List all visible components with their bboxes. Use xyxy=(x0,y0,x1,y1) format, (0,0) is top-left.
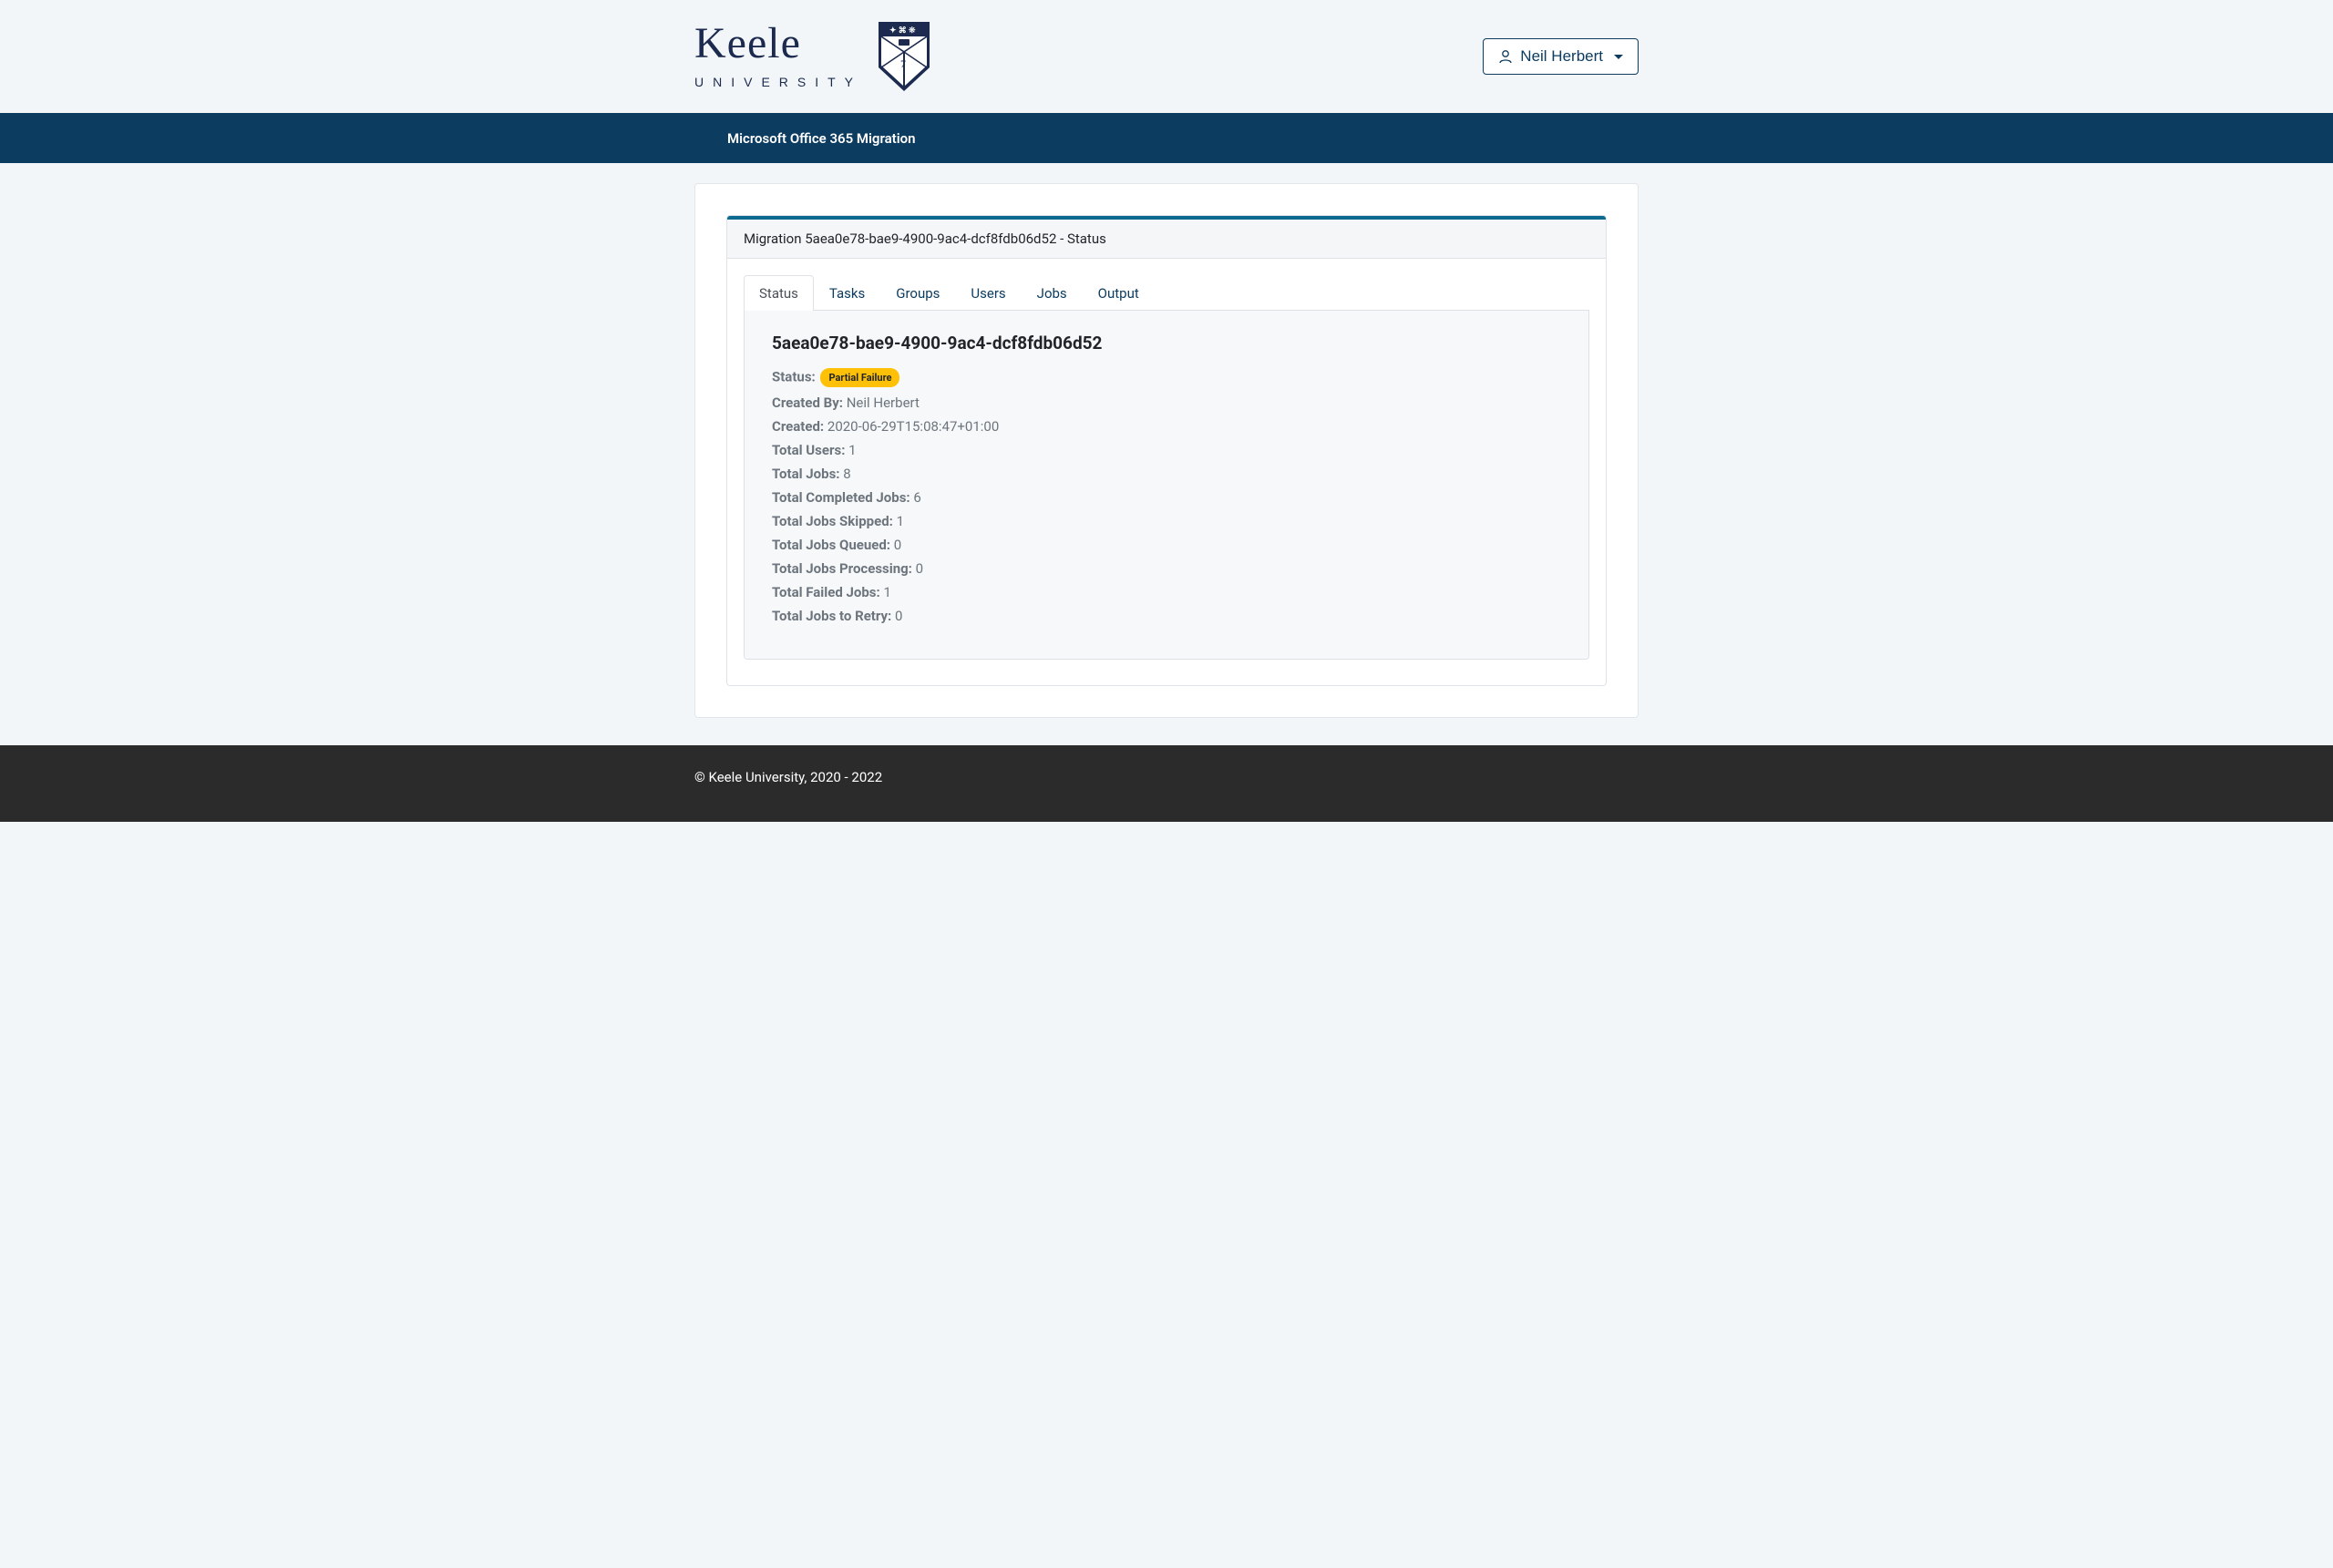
tab-output[interactable]: Output xyxy=(1083,275,1155,311)
label-total-completed: Total Completed Jobs: xyxy=(772,489,910,506)
tabs: Status Tasks Groups Users Jobs Output xyxy=(744,275,1589,311)
field-total-users: Total Users: 1 xyxy=(772,442,1561,458)
field-total-retry: Total Jobs to Retry: 0 xyxy=(772,608,1561,624)
status-badge: Partial Failure xyxy=(820,368,899,387)
value-created-by: Neil Herbert xyxy=(847,395,920,411)
tab-users[interactable]: Users xyxy=(955,275,1021,311)
main-content: Migration 5aea0e78-bae9-4900-9ac4-dcf8fd… xyxy=(0,163,2333,745)
svg-text:7: 7 xyxy=(900,57,906,70)
value-total-failed: 1 xyxy=(883,584,890,600)
chevron-down-icon xyxy=(1614,55,1623,59)
label-created: Created: xyxy=(772,418,824,435)
copyright-text: © Keele University, 2020 - 2022 xyxy=(694,769,882,785)
label-total-jobs: Total Jobs: xyxy=(772,466,840,482)
panel-header: Migration 5aea0e78-bae9-4900-9ac4-dcf8fd… xyxy=(727,220,1606,259)
user-icon xyxy=(1498,49,1513,64)
user-menu-button[interactable]: Neil Herbert xyxy=(1483,38,1639,75)
panel-body: Status Tasks Groups Users Jobs Output 5a… xyxy=(727,259,1606,685)
panel: Migration 5aea0e78-bae9-4900-9ac4-dcf8fd… xyxy=(726,215,1607,686)
label-total-processing: Total Jobs Processing: xyxy=(772,560,912,577)
user-name: Neil Herbert xyxy=(1520,47,1603,66)
value-total-skipped: 1 xyxy=(897,513,904,529)
tab-jobs[interactable]: Jobs xyxy=(1022,275,1083,311)
field-status: Status: Partial Failure xyxy=(772,368,1561,387)
label-total-failed: Total Failed Jobs: xyxy=(772,584,880,600)
label-created-by: Created By: xyxy=(772,395,843,411)
field-created-by: Created By: Neil Herbert xyxy=(772,395,1561,411)
field-total-queued: Total Jobs Queued: 0 xyxy=(772,537,1561,553)
value-total-completed: 6 xyxy=(913,489,920,506)
page-header: Keele UNIVERSITY ✦ ⌘ ❊ 7 xyxy=(0,0,2333,113)
navbar-title[interactable]: Microsoft Office 365 Migration xyxy=(727,130,915,147)
page-footer: © Keele University, 2020 - 2022 xyxy=(0,745,2333,822)
field-total-jobs: Total Jobs: 8 xyxy=(772,466,1561,482)
value-total-users: 1 xyxy=(848,442,856,458)
field-created: Created: 2020-06-29T15:08:47+01:00 xyxy=(772,418,1561,435)
field-total-skipped: Total Jobs Skipped: 1 xyxy=(772,513,1561,529)
shield-icon: ✦ ⌘ ❊ 7 xyxy=(879,22,930,91)
value-total-processing: 0 xyxy=(916,560,923,577)
label-total-skipped: Total Jobs Skipped: xyxy=(772,513,893,529)
brand-name: Keele xyxy=(694,22,862,66)
field-total-processing: Total Jobs Processing: 0 xyxy=(772,560,1561,577)
label-status: Status: xyxy=(772,368,816,384)
brand-logo[interactable]: Keele UNIVERSITY ✦ ⌘ ❊ 7 xyxy=(694,22,930,91)
tab-groups[interactable]: Groups xyxy=(880,275,955,311)
card: Migration 5aea0e78-bae9-4900-9ac4-dcf8fd… xyxy=(694,183,1639,718)
tab-tasks[interactable]: Tasks xyxy=(814,275,880,311)
value-created: 2020-06-29T15:08:47+01:00 xyxy=(827,418,999,435)
label-total-users: Total Users: xyxy=(772,442,845,458)
tab-pane-status: 5aea0e78-bae9-4900-9ac4-dcf8fdb06d52 Sta… xyxy=(744,311,1589,660)
label-total-retry: Total Jobs to Retry: xyxy=(772,608,891,624)
tab-status[interactable]: Status xyxy=(744,275,814,311)
value-total-queued: 0 xyxy=(894,537,901,553)
svg-text:✦ ⌘ ❊: ✦ ⌘ ❊ xyxy=(889,26,916,36)
value-total-retry: 0 xyxy=(895,608,902,624)
label-total-queued: Total Jobs Queued: xyxy=(772,537,890,553)
migration-id: 5aea0e78-bae9-4900-9ac4-dcf8fdb06d52 xyxy=(772,333,1561,354)
navbar: Microsoft Office 365 Migration xyxy=(0,113,2333,163)
value-total-jobs: 8 xyxy=(843,466,850,482)
field-total-completed: Total Completed Jobs: 6 xyxy=(772,489,1561,506)
field-total-failed: Total Failed Jobs: 1 xyxy=(772,584,1561,600)
brand-sub: UNIVERSITY xyxy=(694,75,862,89)
